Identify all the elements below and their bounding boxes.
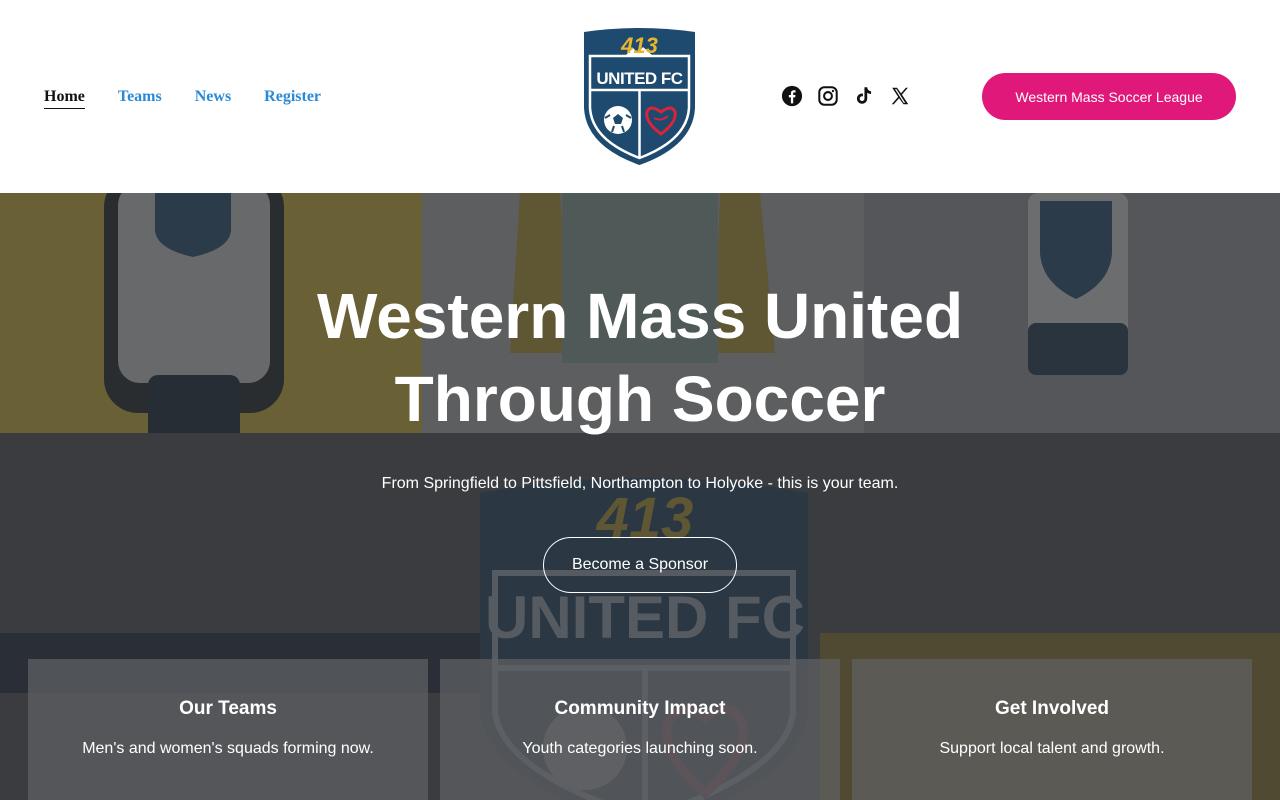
card-our-teams[interactable]: Our Teams Men's and women's squads formi… bbox=[28, 659, 428, 800]
logo-number-text: 413 bbox=[620, 33, 658, 58]
nav-news-link[interactable]: News bbox=[195, 87, 231, 109]
nav-home-link[interactable]: Home bbox=[44, 87, 85, 109]
card-community-impact[interactable]: Community Impact Youth categories launch… bbox=[440, 659, 840, 800]
facebook-icon[interactable] bbox=[781, 85, 803, 107]
main-nav: Home Teams News Register bbox=[44, 87, 321, 109]
instagram-icon[interactable] bbox=[817, 85, 839, 107]
card-title: Our Teams bbox=[179, 698, 277, 719]
club-logo[interactable]: 413 UNITED FC bbox=[581, 26, 698, 167]
hero-section: 413 UNITED FC Western Mass United Throug… bbox=[0, 193, 1280, 800]
nav-register-link[interactable]: Register bbox=[264, 87, 321, 109]
card-text: Youth categories launching soon. bbox=[522, 740, 758, 757]
social-links bbox=[781, 85, 911, 107]
card-get-involved[interactable]: Get Involved Support local talent and gr… bbox=[852, 659, 1252, 800]
western-mass-soccer-league-button[interactable]: Western Mass Soccer League bbox=[982, 73, 1236, 120]
card-text: Support local talent and growth. bbox=[939, 740, 1165, 757]
hero-subtitle: From Springfield to Pittsfield, Northamp… bbox=[381, 475, 899, 492]
card-title: Get Involved bbox=[994, 698, 1110, 719]
feature-cards: Our Teams Men's and women's squads formi… bbox=[28, 659, 1252, 800]
site-header: Home Teams News Register 413 UNITED FC W… bbox=[0, 0, 1280, 193]
card-title: Community Impact bbox=[554, 698, 726, 719]
tiktok-icon[interactable] bbox=[853, 85, 875, 107]
become-sponsor-button[interactable]: Become a Sponsor bbox=[543, 537, 737, 593]
nav-teams-link[interactable]: Teams bbox=[118, 87, 162, 109]
card-text: Men's and women's squads forming now. bbox=[82, 740, 374, 757]
x-icon[interactable] bbox=[889, 85, 911, 107]
hero-title: Western Mass United Through Soccer bbox=[316, 280, 964, 435]
logo-club-name-text: UNITED FC bbox=[596, 69, 682, 88]
